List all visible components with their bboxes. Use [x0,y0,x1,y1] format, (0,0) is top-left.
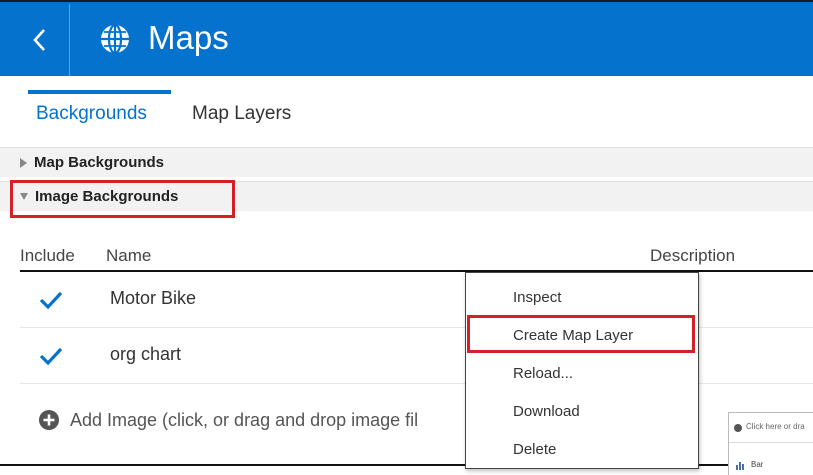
thumbnail-preview: Click here or dra Bar [728,412,813,475]
tab-bar: Backgrounds Map Layers [0,76,813,148]
menu-item-inspect[interactable]: Inspect [466,278,698,316]
checkmark-icon[interactable] [38,290,64,310]
row-name: Motor Bike [110,288,197,308]
thumbnail-chart-row: Bar [729,453,813,473]
app-header: Maps [0,0,813,76]
maps-page: Maps Backgrounds Map Layers Map Backgrou… [0,0,813,475]
tab-map-layers[interactable]: Map Layers [192,102,291,126]
create-map-layer-highlight-box [467,315,695,353]
column-header-name[interactable]: Name [106,246,151,266]
globe-icon [101,23,129,55]
add-image-label: Add Image (click, or drag and drop image… [70,409,419,430]
section-label: Map Backgrounds [34,154,165,171]
column-header-description[interactable]: Description [650,246,735,266]
image-backgrounds-highlight-box [10,180,235,218]
chevron-left-icon [32,29,45,51]
bar-chart-icon [736,462,744,470]
plus-circle-icon [39,410,59,430]
map-backgrounds-section-header[interactable]: Map Backgrounds [0,147,813,177]
thumbnail-dropzone: Click here or dra [729,413,813,443]
plus-circle-icon [734,424,742,432]
checkmark-icon[interactable] [38,346,64,366]
menu-item-delete[interactable]: Delete [466,430,698,468]
caret-right-icon [20,157,27,168]
column-header-include[interactable]: Include [20,246,75,266]
menu-item-download[interactable]: Download [466,392,698,430]
thumbnail-bar-label: Bar [751,460,764,469]
page-title: Maps [148,19,229,56]
menu-item-reload[interactable]: Reload... [466,354,698,392]
active-tab-indicator [28,90,171,94]
tab-backgrounds[interactable]: Backgrounds [36,102,147,126]
add-image-button[interactable]: Add Image (click, or drag and drop image… [38,405,418,435]
thumbnail-hint: Click here or dra [746,422,805,431]
row-name: org chart [110,344,182,364]
context-menu: Inspect Create Map Layer Reload... Downl… [465,272,699,469]
back-button[interactable] [10,4,70,76]
